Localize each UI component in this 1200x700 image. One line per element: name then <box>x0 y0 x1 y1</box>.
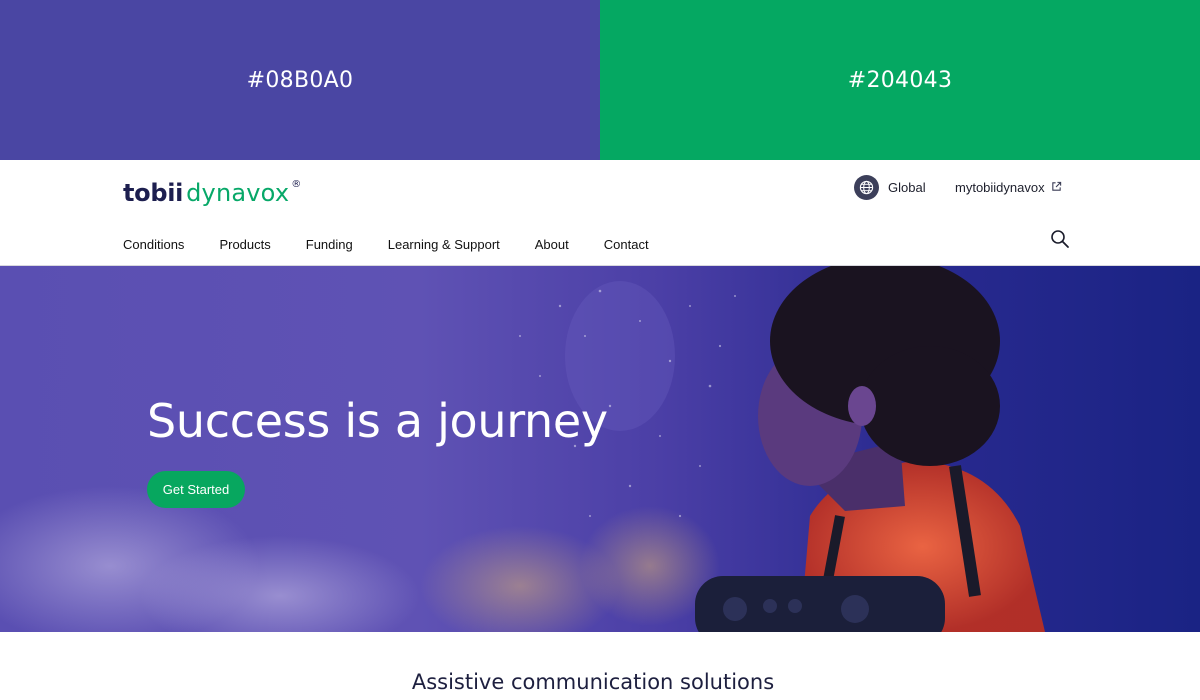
global-region-selector[interactable]: Global <box>854 175 926 200</box>
brand-logo[interactable]: tobii dynavox ® <box>123 178 301 208</box>
logo-registered-mark: ® <box>291 179 302 190</box>
hero-title: Success is a journey <box>147 394 608 448</box>
site-header: tobii dynavox ® Global mytobiidynavox Co… <box>0 160 1200 266</box>
nav-item-conditions[interactable]: Conditions <box>123 237 184 252</box>
nav-item-about[interactable]: About <box>535 237 569 252</box>
nav-item-products[interactable]: Products <box>219 237 270 252</box>
search-icon[interactable] <box>1049 228 1071 250</box>
logo-text-dynavox: dynavox <box>186 179 290 207</box>
external-link-icon <box>1051 180 1062 195</box>
nav-item-funding[interactable]: Funding <box>306 237 353 252</box>
swatch-left-label: #08B0A0 <box>246 67 354 93</box>
swatch-right: #204043 <box>600 0 1200 160</box>
account-link[interactable]: mytobiidynavox <box>955 180 1062 195</box>
nav-item-learning-support[interactable]: Learning & Support <box>388 237 500 252</box>
account-link-label: mytobiidynavox <box>955 180 1045 195</box>
swatch-right-label: #204043 <box>847 67 953 93</box>
get-started-button[interactable]: Get Started <box>147 471 245 508</box>
section-title: Assistive communication solutions <box>411 670 775 694</box>
hero-banner: Success is a journey Get Started <box>0 266 1200 632</box>
nav-item-contact[interactable]: Contact <box>604 237 649 252</box>
color-swatches: #08B0A0 #204043 <box>0 0 1200 160</box>
hero-image <box>0 266 1045 632</box>
globe-icon <box>854 175 879 200</box>
global-label: Global <box>888 180 926 195</box>
swatch-left: #08B0A0 <box>0 0 600 160</box>
main-navigation: Conditions Products Funding Learning & S… <box>123 237 649 252</box>
logo-text-tobii: tobii <box>123 179 184 207</box>
